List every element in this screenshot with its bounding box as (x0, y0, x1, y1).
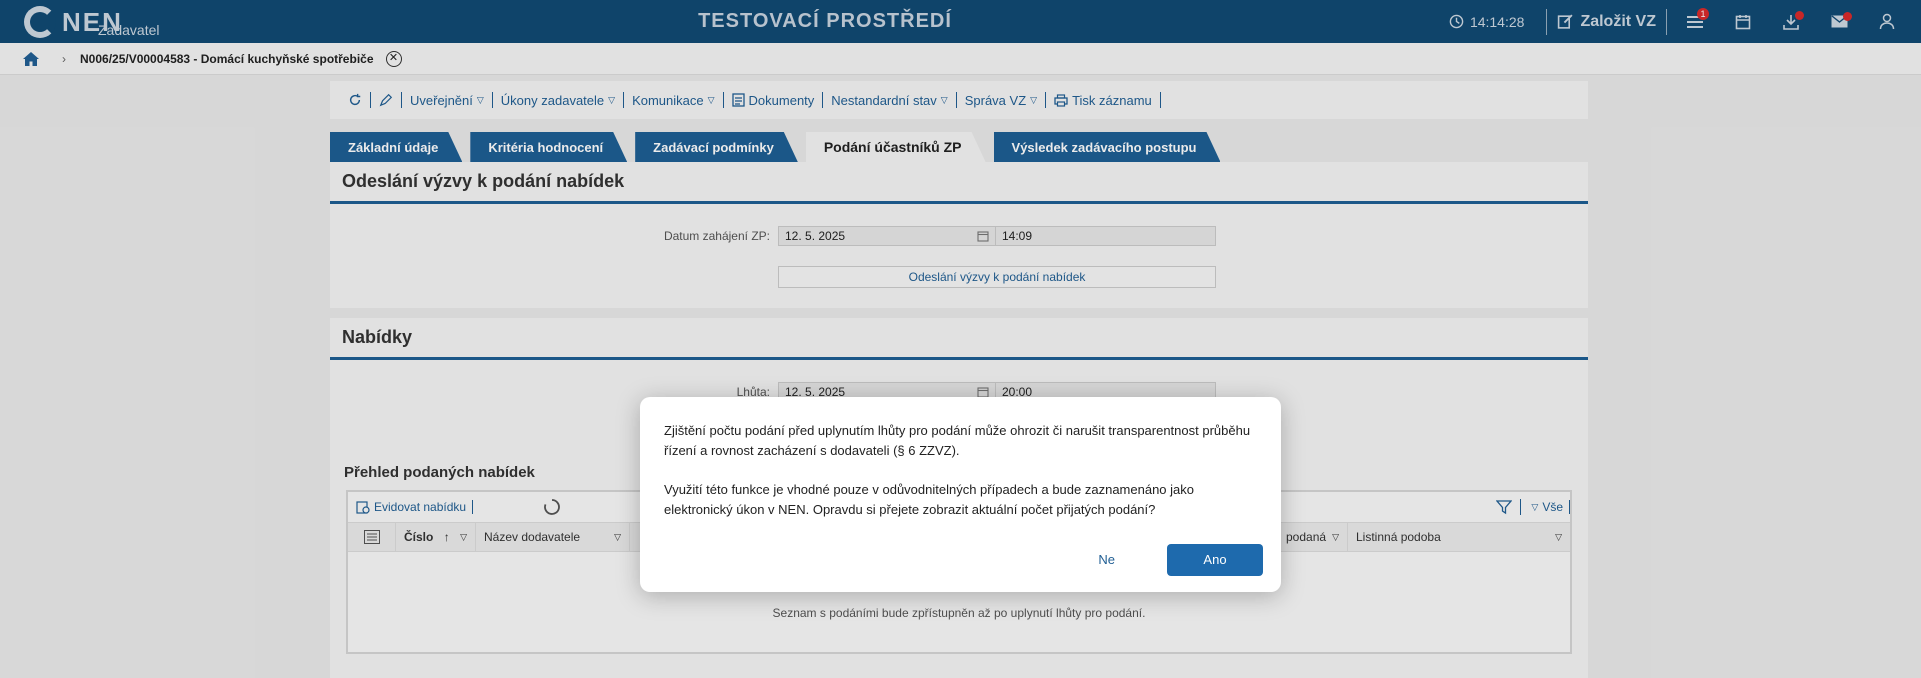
yes-button[interactable]: Ano (1167, 544, 1263, 576)
dialog-question-text: Využití této funkce je vhodné pouze v od… (664, 482, 1194, 517)
no-button[interactable]: Ne (1098, 550, 1115, 570)
dialog-warning-text: Zjištění počtu podání před uplynutím lhů… (664, 423, 1251, 458)
confirmation-dialog: Zjištění počtu podání před uplynutím lhů… (640, 397, 1281, 592)
